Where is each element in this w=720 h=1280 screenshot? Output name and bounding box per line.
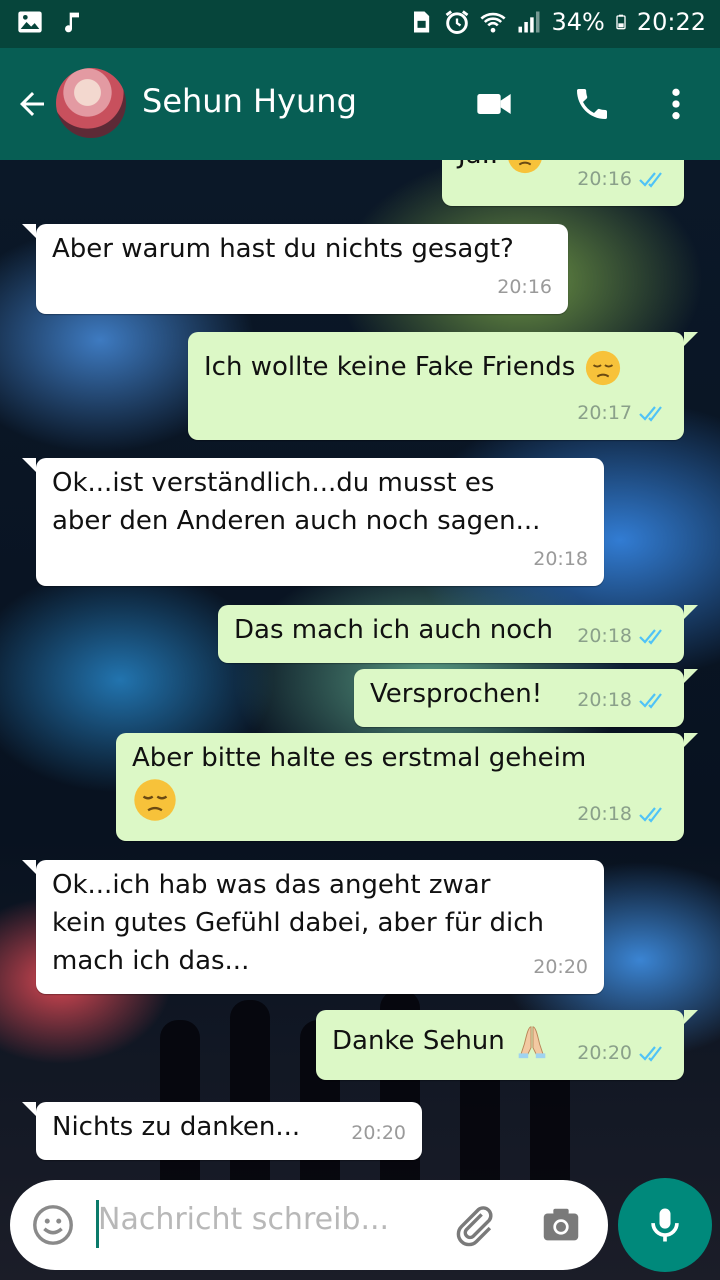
message-bubble-incoming[interactable]: Nichts zu danken... 20:20 [22, 1102, 422, 1160]
message-text: Ja.. [458, 160, 498, 170]
status-bar: 34% 20:22 [0, 0, 720, 48]
message-text-line: Ok...ist verständlich...du musst es [52, 468, 495, 498]
message-text: Nichts zu danken... [52, 1112, 301, 1142]
message-bubble-incoming[interactable]: Ok...ist verständlich...du musst es aber… [22, 458, 604, 586]
contact-name[interactable]: Sehun Hyung [142, 82, 357, 120]
message-text: Aber warum hast du nichts gesagt? [52, 234, 514, 264]
message-text-line: Ok...ich hab was das angeht zwar [52, 870, 491, 900]
message-text-line: kein gutes Gefühl dabei, aber für dich [52, 908, 544, 938]
message-text: Versprochen! [370, 679, 543, 709]
camera-icon[interactable] [538, 1202, 584, 1248]
pensive-face-icon [585, 350, 620, 385]
double-check-icon [639, 172, 662, 188]
message-time: 20:18 [577, 803, 632, 825]
message-text-line: mach ich das... [52, 946, 250, 976]
double-check-icon [639, 1046, 662, 1062]
clock: 20:22 [636, 8, 706, 36]
message-time: 20:16 [497, 276, 552, 298]
chat-header: Sehun Hyung [0, 48, 720, 160]
battery-icon [616, 14, 626, 30]
double-check-icon [639, 807, 662, 823]
message-text: Das mach ich auch noch [234, 615, 553, 645]
message-text: Ich wollte keine Fake Friends [204, 352, 576, 382]
phone-icon[interactable] [570, 84, 614, 124]
message-bubble-outgoing[interactable]: Danke Sehun 20:20 [316, 1010, 698, 1080]
message-bubble-incoming[interactable]: Ok...ich hab was das angeht zwar kein gu… [22, 860, 604, 994]
wifi-icon [480, 12, 507, 33]
message-bubble-incoming[interactable]: Aber warum hast du nichts gesagt? 20:16 [22, 224, 568, 314]
chat-background: Ja.. 20:16 Aber warum hast du nichts ges… [0, 160, 720, 1280]
folded-hands-icon [518, 1025, 546, 1058]
message-time: 20:17 [577, 402, 632, 424]
message-bubble-outgoing[interactable]: Ich wollte keine Fake Friends 20:17 [188, 332, 698, 440]
battery-percent: 34% [551, 8, 605, 36]
message-input[interactable]: Nachricht schreib... [98, 1202, 389, 1237]
pensive-face-icon [134, 779, 176, 821]
message-bubble-outgoing[interactable]: Aber bitte halte es erstmal geheim 20:18 [116, 733, 698, 841]
emoji-icon[interactable] [30, 1202, 76, 1248]
double-check-icon [639, 629, 662, 645]
message-time: 20:18 [533, 548, 588, 570]
sim-lock-icon [414, 11, 430, 33]
pensive-face-icon [508, 160, 542, 173]
message-time: 20:16 [577, 168, 632, 190]
double-check-icon [639, 693, 662, 709]
message-composer: Nachricht schreib... [10, 1180, 608, 1270]
video-call-icon[interactable] [472, 84, 516, 124]
message-time: 20:20 [577, 1042, 632, 1064]
message-text-line: aber den Anderen auch noch sagen... [52, 506, 541, 536]
message-bubble-outgoing[interactable]: Versprochen! 20:18 [354, 669, 698, 727]
attach-icon[interactable] [450, 1202, 496, 1248]
image-icon [18, 11, 42, 33]
message-bubble-outgoing[interactable]: Ja.. 20:16 [442, 160, 684, 206]
mic-button[interactable] [618, 1178, 712, 1272]
message-bubble-outgoing[interactable]: Das mach ich auch noch 20:18 [218, 605, 698, 663]
back-arrow-icon[interactable] [14, 86, 50, 122]
message-text: Aber bitte halte es erstmal geheim [132, 743, 587, 773]
message-time: 20:18 [577, 689, 632, 711]
message-time: 20:18 [577, 625, 632, 647]
more-vert-icon[interactable] [654, 84, 698, 124]
signal-icon [518, 11, 540, 33]
message-text: Danke Sehun [332, 1026, 505, 1056]
music-note-icon [65, 12, 79, 33]
mic-icon [651, 1208, 679, 1242]
double-check-icon [639, 406, 662, 422]
message-time: 20:20 [351, 1122, 406, 1144]
avatar[interactable] [56, 68, 126, 138]
message-time: 20:20 [533, 956, 588, 978]
alarm-icon [446, 10, 469, 34]
